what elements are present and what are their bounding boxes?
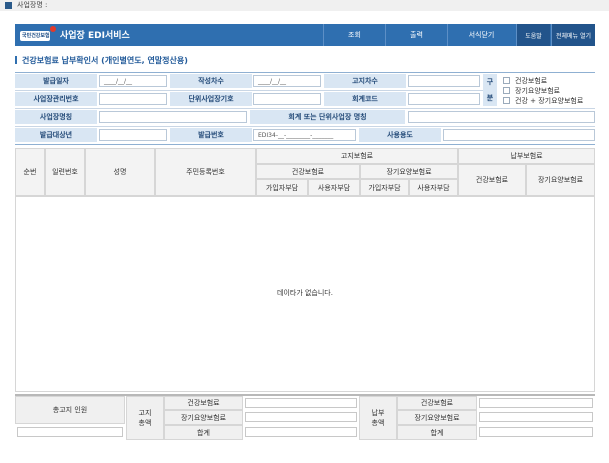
category-health-checkbox[interactable] [503, 77, 510, 84]
total-count-label: 총고지 인원 [15, 396, 125, 424]
account-code-input[interactable] [408, 93, 480, 105]
notice-longterm-label: 장기요양보험료 [164, 410, 243, 425]
col-health-member: 가입자부담 [256, 179, 308, 196]
category-label-bottom: 분 [486, 94, 494, 102]
col-paid-group: 납부보험료 [458, 148, 595, 164]
paid-health-value [479, 398, 593, 408]
target-year-input[interactable] [99, 129, 167, 141]
issue-no-label: 발급번호 [170, 128, 252, 142]
account-code-label: 회계코드 [324, 92, 406, 106]
menu-inquiry[interactable]: 조회 [323, 24, 385, 46]
notice-total-label: 고지 총액 [126, 396, 164, 440]
issue-no-input[interactable]: EDI34-__-________-_______ [253, 129, 356, 141]
write-order-input[interactable]: ____/__/__ [253, 75, 321, 87]
service-title: 사업장 EDI서비스 [60, 31, 130, 41]
page-title: 건강보험료 납부확인서 (개인별연도, 연말정산용) [22, 56, 188, 65]
category-label-top: 구 [486, 78, 494, 86]
company-name-label: 사업장명 : [17, 1, 48, 9]
biz-no-label: 사업장관리번호 [15, 92, 97, 106]
notice-longterm-value [245, 412, 357, 422]
notice-sum-value [245, 427, 357, 437]
col-seq: 순번 [15, 148, 45, 196]
notice-order-input[interactable] [408, 75, 480, 87]
paid-longterm-label: 장기요양보험료 [397, 410, 477, 425]
col-name: 성명 [85, 148, 155, 196]
issue-date-input[interactable]: ____/__/__ [99, 75, 167, 87]
usage-label: 사용용도 [359, 128, 441, 142]
category-both-label: 건강 + 장기요양보험료 [515, 97, 584, 105]
logo-text: 국민건강보험 [22, 33, 50, 39]
col-longterm-member: 가입자부담 [360, 179, 409, 196]
no-data-message: 데이타가 없습니다. [277, 289, 333, 297]
category-longterm-checkbox[interactable] [503, 87, 510, 94]
write-order-label: 작성차수 [170, 74, 252, 88]
col-paid-longterm: 장기요양보험료 [526, 164, 595, 196]
usage-input[interactable] [443, 129, 595, 141]
menu-close-form[interactable]: 서식닫기 [447, 24, 515, 46]
col-paid-health: 건강보험료 [458, 164, 526, 196]
col-health-employer: 사용자부담 [308, 179, 360, 196]
col-longterm-employer: 사용자부담 [409, 179, 458, 196]
unit-biz-label: 단위사업장기호 [170, 92, 252, 106]
section-marker [15, 56, 17, 64]
account-unit-name-input[interactable] [408, 111, 595, 123]
paid-total-label: 납부 총액 [359, 396, 397, 440]
menu-print[interactable]: 출력 [385, 24, 447, 46]
logo-dot-icon [50, 26, 56, 32]
col-serial: 일련번호 [45, 148, 85, 196]
col-rrn: 주민등록번호 [155, 148, 256, 196]
category-both-checkbox[interactable] [503, 97, 510, 104]
paid-sum-value [479, 427, 593, 437]
all-menu-button[interactable]: 전체메뉴 열기 [551, 24, 595, 46]
arrow-icon [5, 2, 12, 9]
target-year-label: 발급대상년 [15, 128, 97, 142]
paid-longterm-value [479, 412, 593, 422]
paid-health-label: 건강보험료 [397, 396, 477, 410]
category-longterm-label: 장기요양보험료 [515, 87, 561, 95]
account-unit-name-label: 회계 또는 단위사업장 명칭 [250, 110, 405, 124]
top-bar: 사업장명 : [0, 0, 609, 11]
unit-biz-input[interactable] [253, 93, 321, 105]
paid-sum-label: 합계 [397, 425, 477, 440]
notice-order-label: 고지차수 [324, 74, 406, 88]
notice-health-label: 건강보험료 [164, 396, 243, 410]
biz-name-input[interactable] [99, 111, 247, 123]
category-label: 구 분 [483, 74, 497, 106]
category-health-label: 건강보험료 [515, 77, 548, 85]
col-notice-longterm: 장기요양보험료 [360, 164, 458, 179]
help-button[interactable]: 도움말 [516, 24, 550, 46]
biz-name-label: 사업장명칭 [15, 110, 97, 124]
total-count-value [17, 427, 123, 437]
issue-date-label: 발급일자 [15, 74, 97, 88]
col-notice-group: 고지보험료 [256, 148, 458, 164]
col-notice-health: 건강보험료 [256, 164, 360, 179]
notice-health-value [245, 398, 357, 408]
notice-sum-label: 합계 [164, 425, 243, 440]
biz-no-input[interactable] [99, 93, 167, 105]
